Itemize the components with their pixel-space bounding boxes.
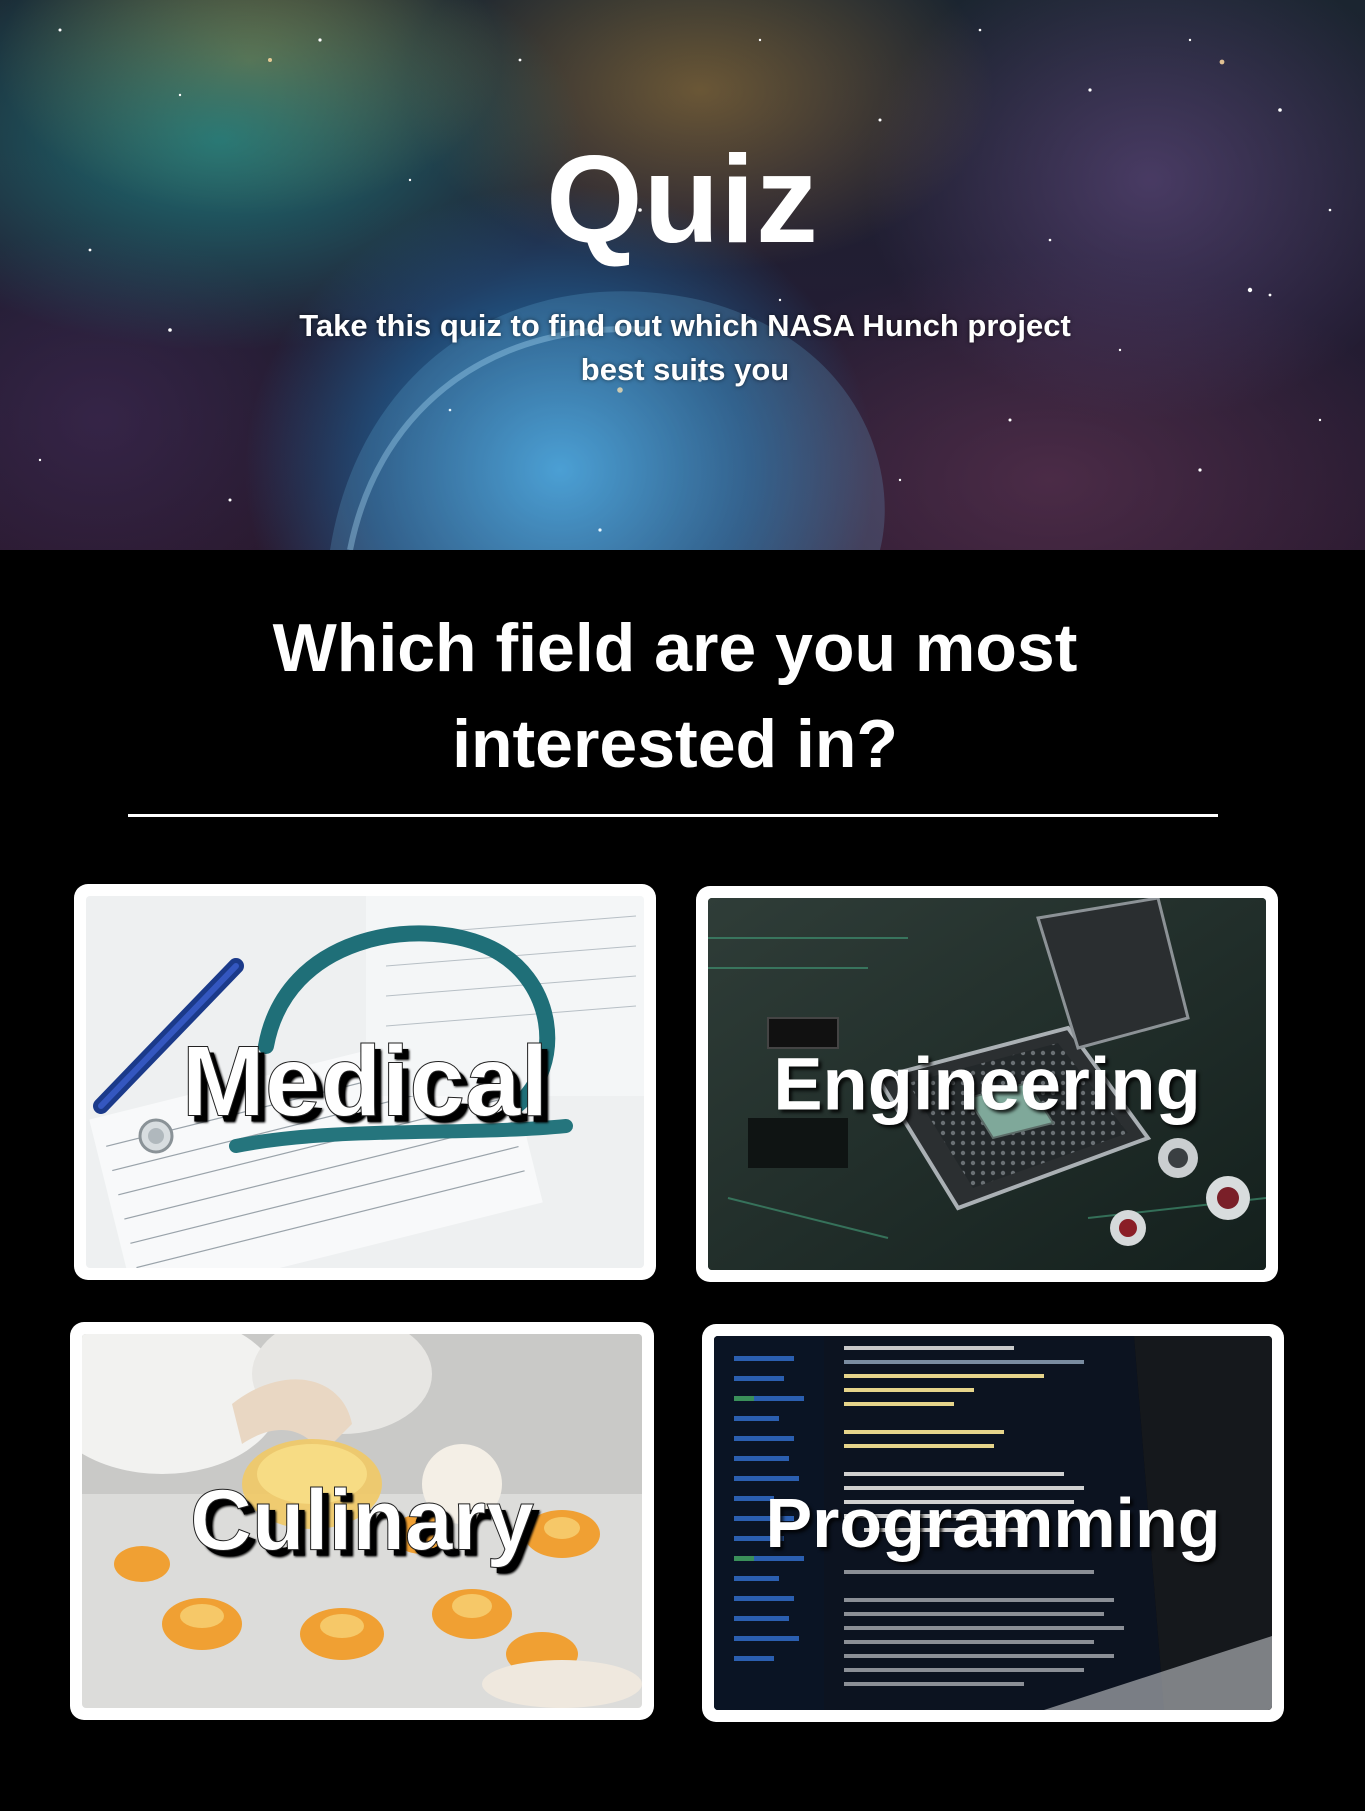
quiz-title: Quiz bbox=[546, 131, 819, 269]
option-engineering-label: Engineering bbox=[773, 1042, 1201, 1126]
nebula-stars-image bbox=[38, 28, 1332, 550]
option-programming-card[interactable]: Programming bbox=[702, 1324, 1284, 1722]
option-culinary-card[interactable]: Culinary bbox=[70, 1322, 654, 1720]
engineering-image: Engineering bbox=[708, 898, 1266, 1270]
option-culinary-label: Culinary bbox=[189, 1472, 535, 1569]
option-medical-label: Medical bbox=[181, 1025, 549, 1138]
option-medical-card[interactable]: Medical bbox=[74, 884, 656, 1280]
programming-image: Programming bbox=[714, 1336, 1272, 1710]
culinary-image: Culinary bbox=[82, 1334, 642, 1708]
medical-image: Medical bbox=[86, 896, 644, 1268]
hero-banner: Quiz Take this quiz to find out which NA… bbox=[0, 0, 1365, 550]
quiz-subtitle: Take this quiz to find out which NASA Hu… bbox=[299, 308, 1071, 387]
question-text: Which field are you most interested in? bbox=[272, 610, 1078, 782]
quiz-page: Quiz Take this quiz to find out which NA… bbox=[0, 0, 1365, 1811]
option-programming-label: Programming bbox=[765, 1484, 1221, 1562]
option-engineering-card[interactable]: Engineering bbox=[696, 886, 1278, 1282]
question-divider bbox=[128, 814, 1218, 817]
